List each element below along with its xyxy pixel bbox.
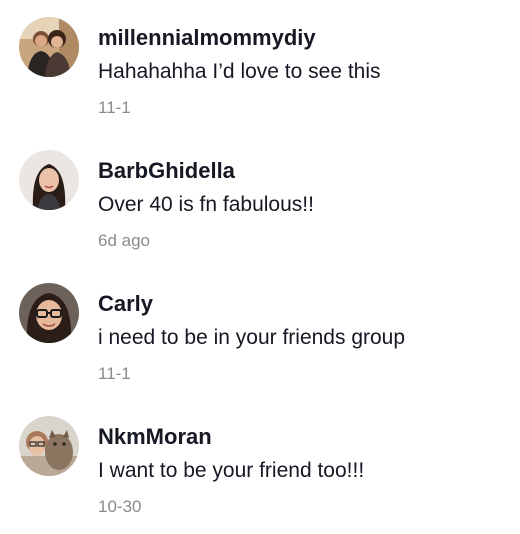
comment-item: BarbGhidella Over 40 is fn fabulous!! 6d…	[0, 133, 520, 266]
comment-list: millennialmommydiy Hahahahha I’d love to…	[0, 0, 520, 534]
avatar-woman-glasses-photo-icon	[19, 283, 79, 343]
comment-item: Carly i need to be in your friends group…	[0, 266, 520, 399]
comment-text: Hahahahha I’d love to see this	[98, 60, 381, 83]
comment-username[interactable]: Carly	[98, 290, 153, 318]
comment-text: Over 40 is fn fabulous!!	[98, 193, 314, 216]
avatar-couple-photo-icon	[19, 17, 79, 77]
avatar[interactable]	[19, 283, 79, 343]
avatar-woman-with-cat-photo-icon	[19, 416, 79, 476]
comment-timestamp: 11-1	[98, 364, 131, 383]
comment-username[interactable]: NkmMoran	[98, 423, 212, 451]
comment-username[interactable]: BarbGhidella	[98, 157, 235, 185]
comment-text: i need to be in your friends group	[98, 326, 406, 349]
comment-timestamp: 6d ago	[98, 231, 150, 250]
comment-item: NkmMoran I want to be your friend too!!!…	[0, 399, 520, 532]
comment-username[interactable]: millennialmommydiy	[98, 24, 316, 52]
comment-timestamp: 10-30	[98, 497, 142, 516]
avatar[interactable]	[19, 17, 79, 77]
avatar[interactable]	[19, 150, 79, 210]
comment-item: millennialmommydiy Hahahahha I’d love to…	[0, 0, 520, 133]
avatar[interactable]	[19, 416, 79, 476]
comment-timestamp: 11-1	[98, 98, 131, 117]
avatar-woman-photo-icon	[19, 150, 79, 210]
comment-text: I want to be your friend too!!!	[98, 459, 365, 482]
